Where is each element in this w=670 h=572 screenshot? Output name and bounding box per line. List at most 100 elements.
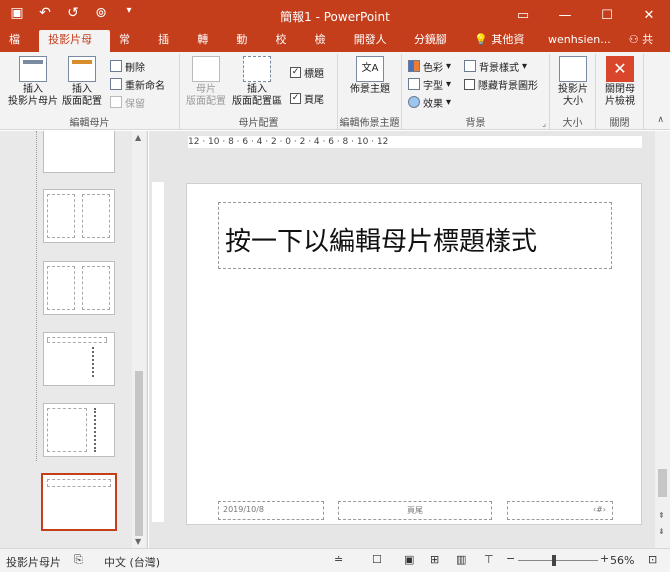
notes-icon[interactable]: ≐ [334,553,343,566]
layout-thumbnail[interactable] [43,131,115,173]
layout-thumbnail[interactable] [43,403,115,457]
group-master-layout: 母片 版面配置 插入 版面配置區 ✓ 標題 ✓ 頁尾 母片配置 [180,54,338,130]
zoom-slider[interactable] [518,555,598,566]
insert-layout-button[interactable]: 插入 版面配置 [60,56,104,108]
ribbon: 插入 投影片母片 插入 版面配置 刪除 重新命名 保留 編輯母片 母片 版面配置… [0,52,670,130]
title-bar: ▣ ↶ ↺ ⊚ ▾ 簡報1 - PowerPoint ▭ — ☐ ✕ [0,0,670,30]
hide-background-checkbox[interactable]: 隱藏背景圖形 [464,76,538,92]
slide-size-button[interactable]: 投影片 大小 [552,56,594,108]
effects-icon [408,96,420,108]
tab-slide-master[interactable]: 投影片母片 [39,30,110,66]
thumbnail-pane: ▲ ▼ [0,131,148,548]
ribbon-tabs: 檔案 投影片母片 常用 插入 轉場 動畫 校閱 檢視 開發人員 分鏡腳本 💡 其… [0,30,670,66]
scroll-down-icon[interactable]: ▼ [135,537,141,546]
preserve-icon [110,96,122,108]
dialog-launcher-icon[interactable]: ⌟ [542,119,546,128]
group-edit-theme: 文A 佈景主題 編輯佈景主題 [338,54,402,130]
status-bar: 投影片母片 ⎘ 中文 (台灣) ≐ ☐ ▣ ⊞ ▥ ⊤ − + 56% ⊡ [0,548,670,572]
close-x-icon: ✕ [606,56,634,82]
slideshow-icon[interactable]: ⊤ [484,553,494,566]
prev-slide-icon[interactable]: ⇞ [658,511,665,520]
close-icon[interactable]: ✕ [628,0,670,30]
tab-transitions[interactable]: 轉場 [188,30,227,66]
next-slide-icon[interactable]: ⇟ [658,527,665,536]
minimize-icon[interactable]: — [544,0,586,30]
layout-thumbnail[interactable] [43,332,115,386]
share-button[interactable]: ⚇ 共用 [620,30,670,66]
fonts-button[interactable]: 字型 ▾ [408,76,451,92]
delete-icon [110,60,122,72]
slide-master-canvas: 按一下以編輯母片標題樣式 2019/10/8 頁尾 ‹#› [186,183,642,525]
scroll-up-icon[interactable]: ▲ [135,133,141,142]
master-layout-icon [192,56,220,82]
person-add-icon: ⚇ [628,33,639,46]
tab-review[interactable]: 校閱 [266,30,305,66]
insert-slide-master-button[interactable]: 插入 投影片母片 [4,56,62,108]
workspace-scrollbar[interactable]: ⇞ ⇟ [655,131,670,548]
slide-master-icon [19,56,47,82]
slide-size-icon [559,56,587,82]
horizontal-ruler: 12 · 10 · 8 · 6 · 4 · 2 · 0 · 2 · 4 · 6 … [188,136,642,148]
background-styles-button[interactable]: 背景樣式 ▾ [464,58,527,74]
zoom-slider-thumb[interactable] [552,555,556,566]
slide-number-placeholder[interactable]: ‹#› [507,501,613,520]
tell-me-button[interactable]: 💡 其他資訊 [465,30,539,66]
view-mode-label: 投影片母片 [6,556,61,569]
user-account[interactable]: wenhsien... [539,30,620,52]
footer-placeholder[interactable]: 頁尾 [338,501,492,520]
fonts-icon [408,78,420,90]
zoom-in-icon[interactable]: + [600,552,609,565]
rename-button[interactable]: 重新命名 [110,76,165,92]
delete-button[interactable]: 刪除 [110,58,145,74]
spellcheck-icon[interactable]: ⎘ [74,553,83,567]
checkbox-checked-icon: ✓ [290,66,301,78]
insert-placeholder-button[interactable]: 插入 版面配置區 [228,56,286,108]
layout-thumbnail-selected[interactable] [41,473,117,531]
tab-animations[interactable]: 動畫 [227,30,266,66]
layout-thumbnail[interactable] [43,189,115,243]
background-styles-icon [464,60,476,72]
master-layout-button[interactable]: 母片 版面配置 [184,56,228,108]
fit-slide-icon[interactable]: ⊡ [648,553,657,566]
placeholder-icon [243,56,271,82]
ribbon-display-icon[interactable]: ▭ [502,0,544,30]
layout-icon [68,56,96,82]
date-placeholder[interactable]: 2019/10/8 [218,501,324,520]
layout-thumbnail[interactable] [43,261,115,315]
effects-button[interactable]: 效果 ▾ [408,94,451,110]
checkbox-checked-icon: ✓ [290,92,301,104]
tab-insert[interactable]: 插入 [149,30,188,66]
lightbulb-icon: 💡 [474,33,488,46]
scroll-thumb[interactable] [135,371,143,536]
tab-developer[interactable]: 開發人員 [345,30,405,66]
colors-button[interactable]: 色彩 ▾ [408,58,451,74]
master-connector-line [36,131,37,461]
footer-checkbox[interactable]: ✓ 頁尾 [290,90,324,106]
group-close: ✕ 關閉母 片檢視 關閉 [596,54,644,130]
title-placeholder[interactable]: 按一下以編輯母片標題樣式 [218,202,612,269]
colors-icon [408,60,420,72]
maximize-icon[interactable]: ☐ [586,0,628,30]
scroll-thumb[interactable] [658,469,667,497]
reading-view-icon[interactable]: ▥ [456,553,466,566]
group-size: 投影片 大小 大小 [550,54,596,130]
normal-view-icon[interactable]: ▣ [404,553,414,566]
tab-file[interactable]: 檔案 [0,30,39,66]
group-background: 色彩 ▾ 字型 ▾ 效果 ▾ 背景樣式 ▾ 隱藏背景圖形 背景 ⌟ [402,54,550,130]
zoom-level[interactable]: 56% [610,554,634,567]
comments-icon[interactable]: ☐ [372,553,382,566]
slide-sorter-icon[interactable]: ⊞ [430,553,439,566]
preserve-button[interactable]: 保留 [110,94,145,110]
close-master-view-button[interactable]: ✕ 關閉母 片檢視 [598,56,642,108]
zoom-out-icon[interactable]: − [506,552,515,565]
title-checkbox[interactable]: ✓ 標題 [290,64,324,80]
language-label[interactable]: 中文 (台灣) [104,554,160,570]
themes-button[interactable]: 文A 佈景主題 [342,56,398,96]
tab-view[interactable]: 檢視 [306,30,345,66]
thumbnail-scrollbar[interactable]: ▲ ▼ [132,131,146,548]
rename-icon [110,78,122,90]
themes-icon: 文A [356,56,384,82]
tab-home[interactable]: 常用 [110,30,149,66]
collapse-ribbon-icon[interactable]: ∧ [657,115,664,125]
tab-storyboarding[interactable]: 分鏡腳本 [405,30,465,66]
